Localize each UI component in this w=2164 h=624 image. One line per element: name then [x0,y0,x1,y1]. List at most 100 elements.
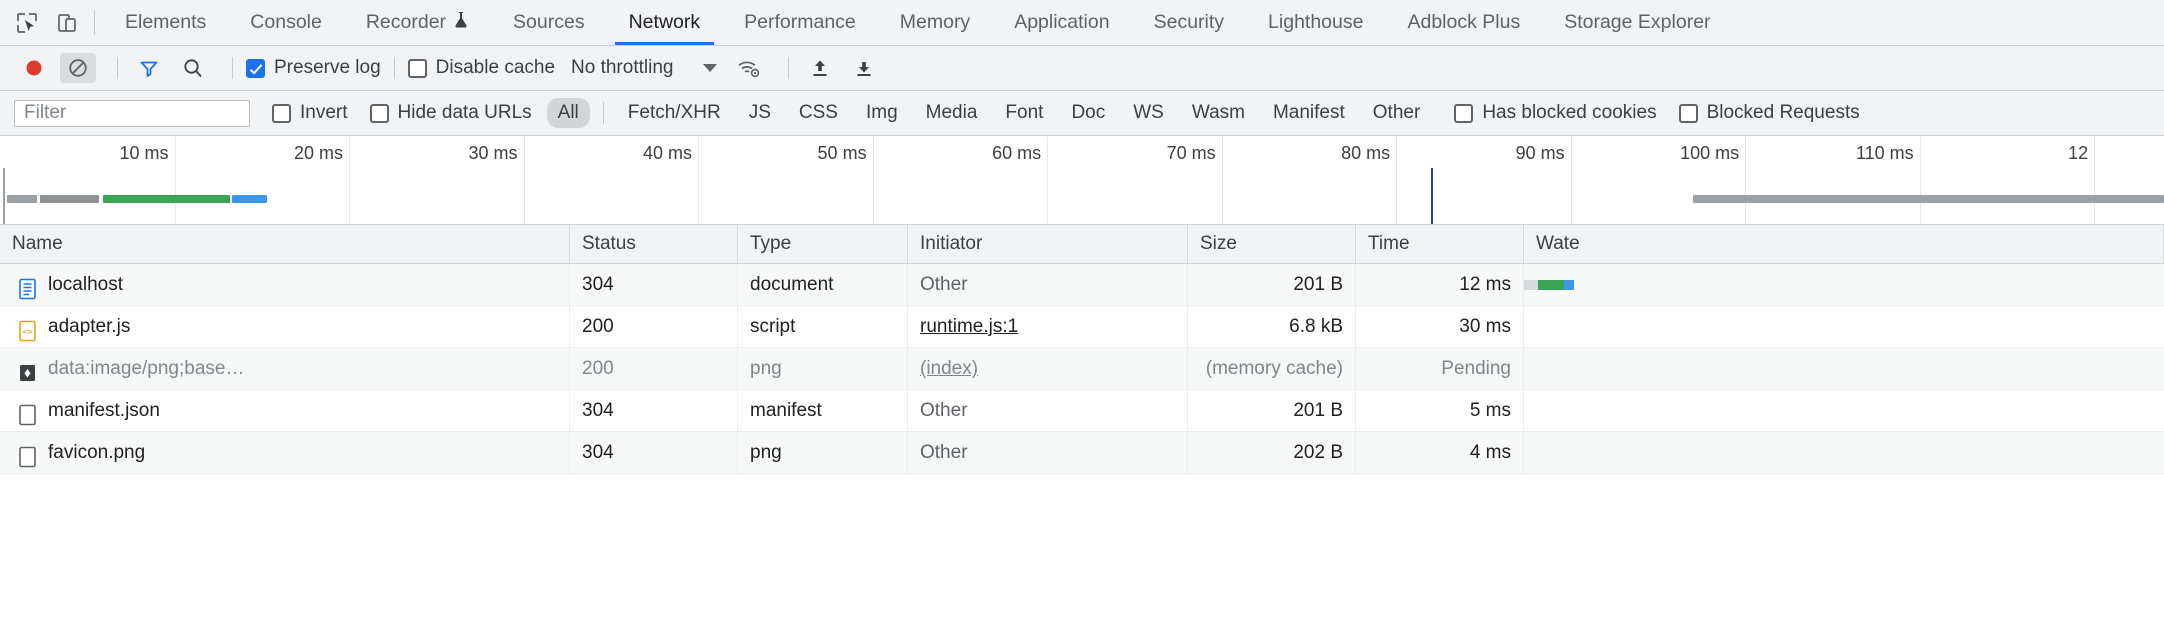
hide-data-urls-label: Hide data URLs [397,102,532,123]
timeline-tick-label: 12 [2068,143,2089,163]
script-file-icon: <> [18,316,37,341]
tab-performance[interactable]: Performance [722,0,878,45]
device-toolbar-icon[interactable] [54,10,80,36]
timeline-marker-domcontentloaded [1431,168,1434,224]
column-header-name[interactable]: Name [0,225,570,263]
panel-tabs: Elements Console Recorder Sources Networ… [103,0,1733,45]
tab-lighthouse[interactable]: Lighthouse [1246,0,1385,45]
type-filter-fetch-xhr[interactable]: Fetch/XHR [617,98,732,128]
tab-label: Sources [513,11,585,33]
generic-file-icon [18,442,37,467]
cell-name: favicon.png [0,432,570,473]
timeline-bar-queueing [6,195,37,203]
cell-name: manifest.json [0,390,570,431]
type-filter-font[interactable]: Font [994,98,1054,128]
export-har-icon[interactable] [846,53,882,83]
timeline-bar-stalled [40,195,100,203]
tab-application[interactable]: Application [992,0,1131,45]
search-icon[interactable] [175,53,211,83]
chevron-down-icon [703,64,718,72]
cell-status: 304 [570,264,738,305]
tab-security[interactable]: Security [1132,0,1246,45]
cell-name: data:image/png;base… [0,348,570,389]
cell-initiator: Other [908,264,1188,305]
toolbar-divider-1 [117,57,118,79]
inspect-cursor-icon[interactable] [14,10,40,36]
wifi-settings-icon[interactable] [731,53,767,83]
devtools-tabstrip: Elements Console Recorder Sources Networ… [0,0,2164,46]
table-row[interactable]: favicon.png 304 png Other 202 B4 ms [0,432,2164,474]
tab-label: Adblock Plus [1407,11,1521,33]
hide-data-urls-checkbox[interactable]: Hide data URLs [369,102,532,124]
type-filter-other[interactable]: Other [1362,98,1432,128]
type-filter-doc[interactable]: Doc [1060,98,1116,128]
column-header-status[interactable]: Status [570,225,738,263]
cell-status: 200 [570,306,738,347]
clear-requests-button[interactable] [60,53,96,83]
table-row[interactable]: data:image/png;base… 200 png (index) (memory… [0,348,2164,390]
disable-cache-checkbox[interactable]: Disable cache [407,57,555,79]
import-har-icon[interactable] [802,53,838,83]
type-filter-wasm[interactable]: Wasm [1181,98,1256,128]
type-filter-js[interactable]: JS [738,98,782,128]
tabstrip-tools [0,0,92,45]
preserve-log-box [246,58,265,78]
generic-file-icon [18,400,37,425]
network-timeline-overview[interactable]: 10 ms 20 ms 30 ms 40 ms 50 ms 60 ms 70 ms 80 ms… [0,136,2164,225]
tab-console[interactable]: Console [228,0,344,45]
column-header-waterfall[interactable]: Wate [1524,225,2164,263]
type-filter-css[interactable]: CSS [788,98,849,128]
tab-sources[interactable]: Sources [491,0,607,45]
cell-waterfall [1524,390,2164,431]
tab-elements[interactable]: Elements [103,0,228,45]
type-filter-ws[interactable]: WS [1122,98,1175,128]
waterfall-segment [1538,280,1564,290]
type-filter-img[interactable]: Img [855,98,909,128]
type-filter-all[interactable]: All [546,98,590,128]
preserve-log-checkbox[interactable]: Preserve log [246,57,381,79]
filter-funnel-icon[interactable] [131,53,167,83]
tab-label: Recorder [365,11,447,33]
blocked-requests-checkbox[interactable]: Blocked Requests [1678,102,1860,124]
invert-checkbox[interactable]: Invert [272,102,348,124]
throttling-dropdown[interactable]: No throttling [571,57,718,79]
cell-waterfall [1524,432,2164,473]
filter-input[interactable]: Filter [14,99,250,127]
cell-size: 201 B [1188,264,1356,305]
table-row[interactable]: manifest.json 304 manifest Other 201 B5 ms [0,390,2164,432]
request-name: favicon.png [48,442,146,463]
cell-name: localhost [0,264,570,305]
initiator-link[interactable]: (index) [920,358,978,379]
record-button[interactable] [16,53,52,83]
cell-time: 4 ms [1356,432,1524,473]
toolbar-divider-2 [232,57,233,79]
tabstrip-divider [94,10,95,35]
table-row[interactable]: localhost 304 document Other 201 B 12 ms [0,264,2164,306]
type-filter-divider [602,102,604,124]
tab-recorder[interactable]: Recorder [344,0,491,45]
preserve-log-label: Preserve log [274,57,381,78]
table-row[interactable]: <> adapter.js 200 script runtime.js:1 6.8 kB 3… [0,306,2164,348]
timeline-bar-pending-request [1692,195,2164,203]
initiator-link[interactable]: runtime.js:1 [920,316,1018,337]
throttling-value: No throttling [571,57,674,78]
tab-storage-explorer[interactable]: Storage Explorer [1542,0,1732,45]
column-header-size[interactable]: Size [1188,225,1356,263]
has-blocked-cookies-checkbox[interactable]: Has blocked cookies [1454,102,1657,124]
tab-label: Memory [899,11,971,33]
cell-initiator: Other [908,390,1188,431]
timeline-bar-finish [232,195,267,203]
type-filter-media[interactable]: Media [915,98,989,128]
cell-waterfall [1524,348,2164,389]
timeline-tick: 12 [0,136,2096,224]
tab-adblock-plus[interactable]: Adblock Plus [1385,0,1542,45]
cell-type: manifest [738,390,908,431]
column-header-initiator[interactable]: Initiator [908,225,1188,263]
type-filter-manifest[interactable]: Manifest [1262,98,1356,128]
tab-memory[interactable]: Memory [878,0,992,45]
tab-network[interactable]: Network [607,0,723,45]
cell-type: png [738,432,908,473]
column-header-type[interactable]: Type [738,225,908,263]
column-header-time[interactable]: Time [1356,225,1524,263]
request-name: localhost [48,274,123,295]
